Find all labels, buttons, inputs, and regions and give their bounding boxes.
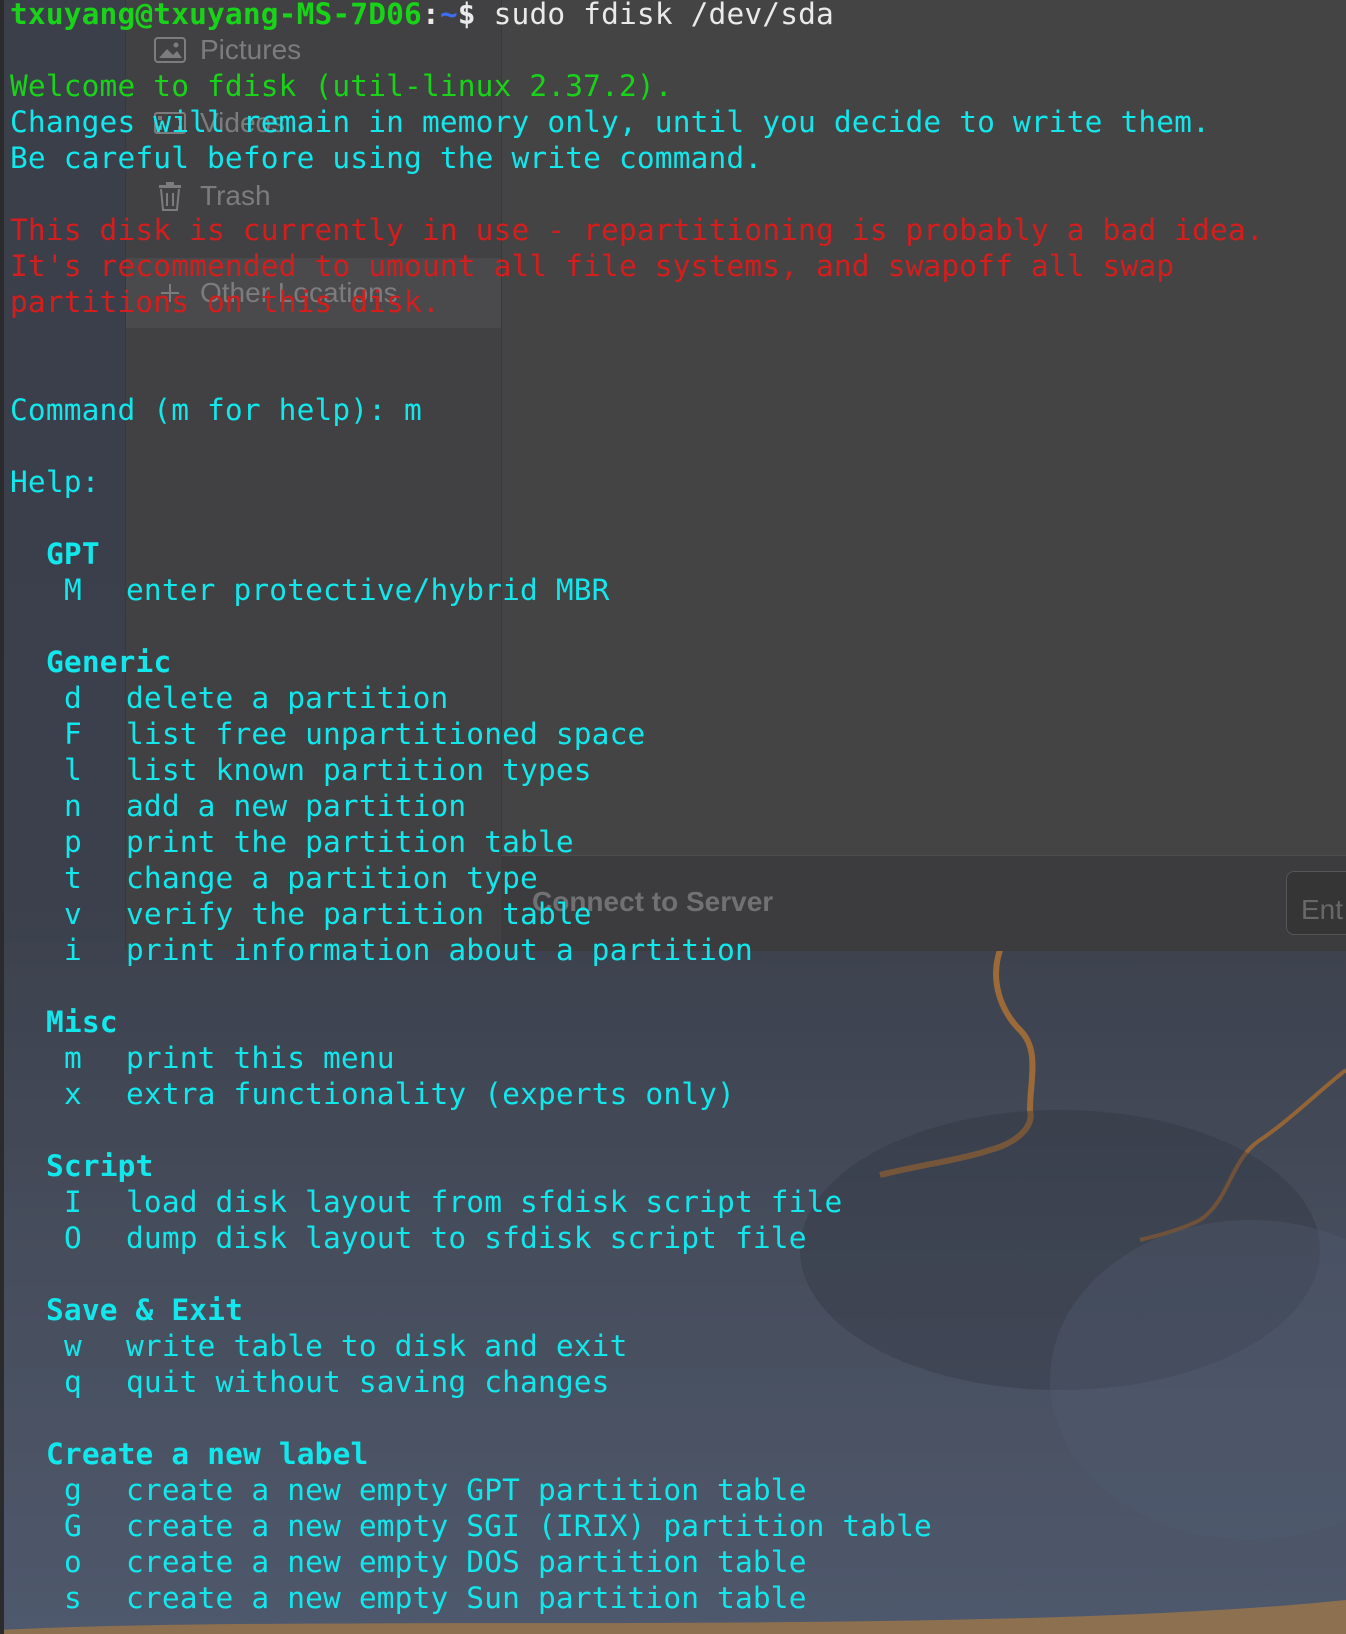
help-desc: create a new empty Sun partition table: [126, 1581, 807, 1615]
help-entry: Odump disk layout to sfdisk script file: [10, 1220, 1264, 1256]
help-desc: dump disk layout to sfdisk script file: [126, 1221, 807, 1255]
prompt-path: ~: [439, 0, 458, 31]
help-desc: delete a partition: [126, 681, 449, 715]
help-key: m: [64, 1041, 82, 1075]
careful-line: Be careful before using the write comman…: [10, 141, 763, 175]
warning-line: It's recommended to umount all file syst…: [10, 249, 1175, 283]
help-desc: add a new partition: [126, 789, 467, 823]
help-key: o: [64, 1545, 82, 1579]
help-key: s: [64, 1581, 82, 1615]
help-key: n: [64, 789, 82, 823]
terminal-window[interactable]: txuyang@txuyang-MS-7D06:~$ sudo fdisk /d…: [0, 0, 1346, 1634]
prompt-separator: :: [421, 0, 440, 31]
help-entry: Gcreate a new empty SGI (IRIX) partition…: [10, 1508, 1264, 1544]
help-entry: x extra functionality (experts only): [10, 1076, 1264, 1112]
help-entry: p print the partition table: [10, 824, 1264, 860]
warning-line: partitions on this disk.: [10, 285, 440, 319]
section-heading: Script: [46, 1149, 154, 1183]
help-key: F: [64, 717, 82, 751]
prompt-command: sudo fdisk /dev/sda: [475, 0, 834, 31]
help-key: G: [64, 1509, 82, 1543]
help-key: p: [64, 825, 82, 859]
help-key: t: [64, 861, 82, 895]
prompt-symbol: $: [457, 0, 476, 31]
help-desc: create a new empty SGI (IRIX) partition …: [126, 1509, 932, 1543]
help-entry: g create a new empty GPT partition table: [10, 1472, 1264, 1508]
help-key: O: [64, 1221, 82, 1255]
terminal-output: txuyang@txuyang-MS-7D06:~$ sudo fdisk /d…: [10, 0, 1264, 1616]
help-key: l: [64, 753, 82, 787]
help-entry: n add a new partition: [10, 788, 1264, 824]
help-desc: load disk layout from sfdisk script file: [126, 1185, 843, 1219]
help-desc: write table to disk and exit: [126, 1329, 628, 1363]
help-entry: w write table to disk and exit: [10, 1328, 1264, 1364]
section-heading: Save & Exit: [46, 1293, 244, 1327]
help-entry: i print information about a partition: [10, 932, 1264, 968]
help-entry: l list known partition types: [10, 752, 1264, 788]
help-key: g: [64, 1473, 82, 1507]
help-desc: create a new empty DOS partition table: [126, 1545, 807, 1579]
help-desc: extra functionality (experts only): [126, 1077, 735, 1111]
help-desc: verify the partition table: [126, 897, 592, 931]
help-desc: list known partition types: [126, 753, 592, 787]
welcome-line: Welcome to fdisk (util-linux 2.37.2).: [10, 69, 673, 103]
help-key: M: [64, 573, 82, 607]
help-entry: Menter protective/hybrid MBR: [10, 572, 1264, 608]
help-desc: list free unpartitioned space: [126, 717, 646, 751]
help-desc: print information about a partition: [126, 933, 753, 967]
help-key: q: [64, 1365, 82, 1399]
help-desc: print the partition table: [126, 825, 574, 859]
help-desc: change a partition type: [126, 861, 538, 895]
help-entry: t change a partition type: [10, 860, 1264, 896]
help-key: d: [64, 681, 82, 715]
help-entry: Iload disk layout from sfdisk script fil…: [10, 1184, 1264, 1220]
help-desc: enter protective/hybrid MBR: [126, 573, 610, 607]
help-entry: q quit without saving changes: [10, 1364, 1264, 1400]
prompt-user: txuyang@txuyang-MS-7D06: [10, 0, 422, 31]
command-prompt-line: Command (m for help): m: [10, 393, 422, 427]
section-heading: GPT: [46, 537, 100, 571]
help-entry: s create a new empty Sun partition table: [10, 1580, 1264, 1616]
help-entry: o create a new empty DOS partition table: [10, 1544, 1264, 1580]
help-desc: create a new empty GPT partition table: [126, 1473, 807, 1507]
help-key: I: [64, 1185, 82, 1219]
help-desc: quit without saving changes: [126, 1365, 610, 1399]
help-entry: Flist free unpartitioned space: [10, 716, 1264, 752]
help-heading: Help:: [10, 465, 100, 499]
help-entry: d delete a partition: [10, 680, 1264, 716]
help-key: w: [64, 1329, 82, 1363]
section-heading: Create a new label: [46, 1437, 369, 1471]
help-key: x: [64, 1077, 82, 1111]
changes-line: Changes will remain in memory only, unti…: [10, 105, 1211, 139]
help-entry: m print this menu: [10, 1040, 1264, 1076]
help-key: i: [64, 933, 82, 967]
help-desc: print this menu: [126, 1041, 395, 1075]
warning-line: This disk is currently in use - repartit…: [10, 213, 1264, 247]
prompt-line: txuyang@txuyang-MS-7D06:~$ sudo fdisk /d…: [10, 0, 1264, 32]
section-heading: Generic: [46, 645, 172, 679]
help-entry: v verify the partition table: [10, 896, 1264, 932]
section-heading: Misc: [46, 1005, 118, 1039]
help-key: v: [64, 897, 82, 931]
